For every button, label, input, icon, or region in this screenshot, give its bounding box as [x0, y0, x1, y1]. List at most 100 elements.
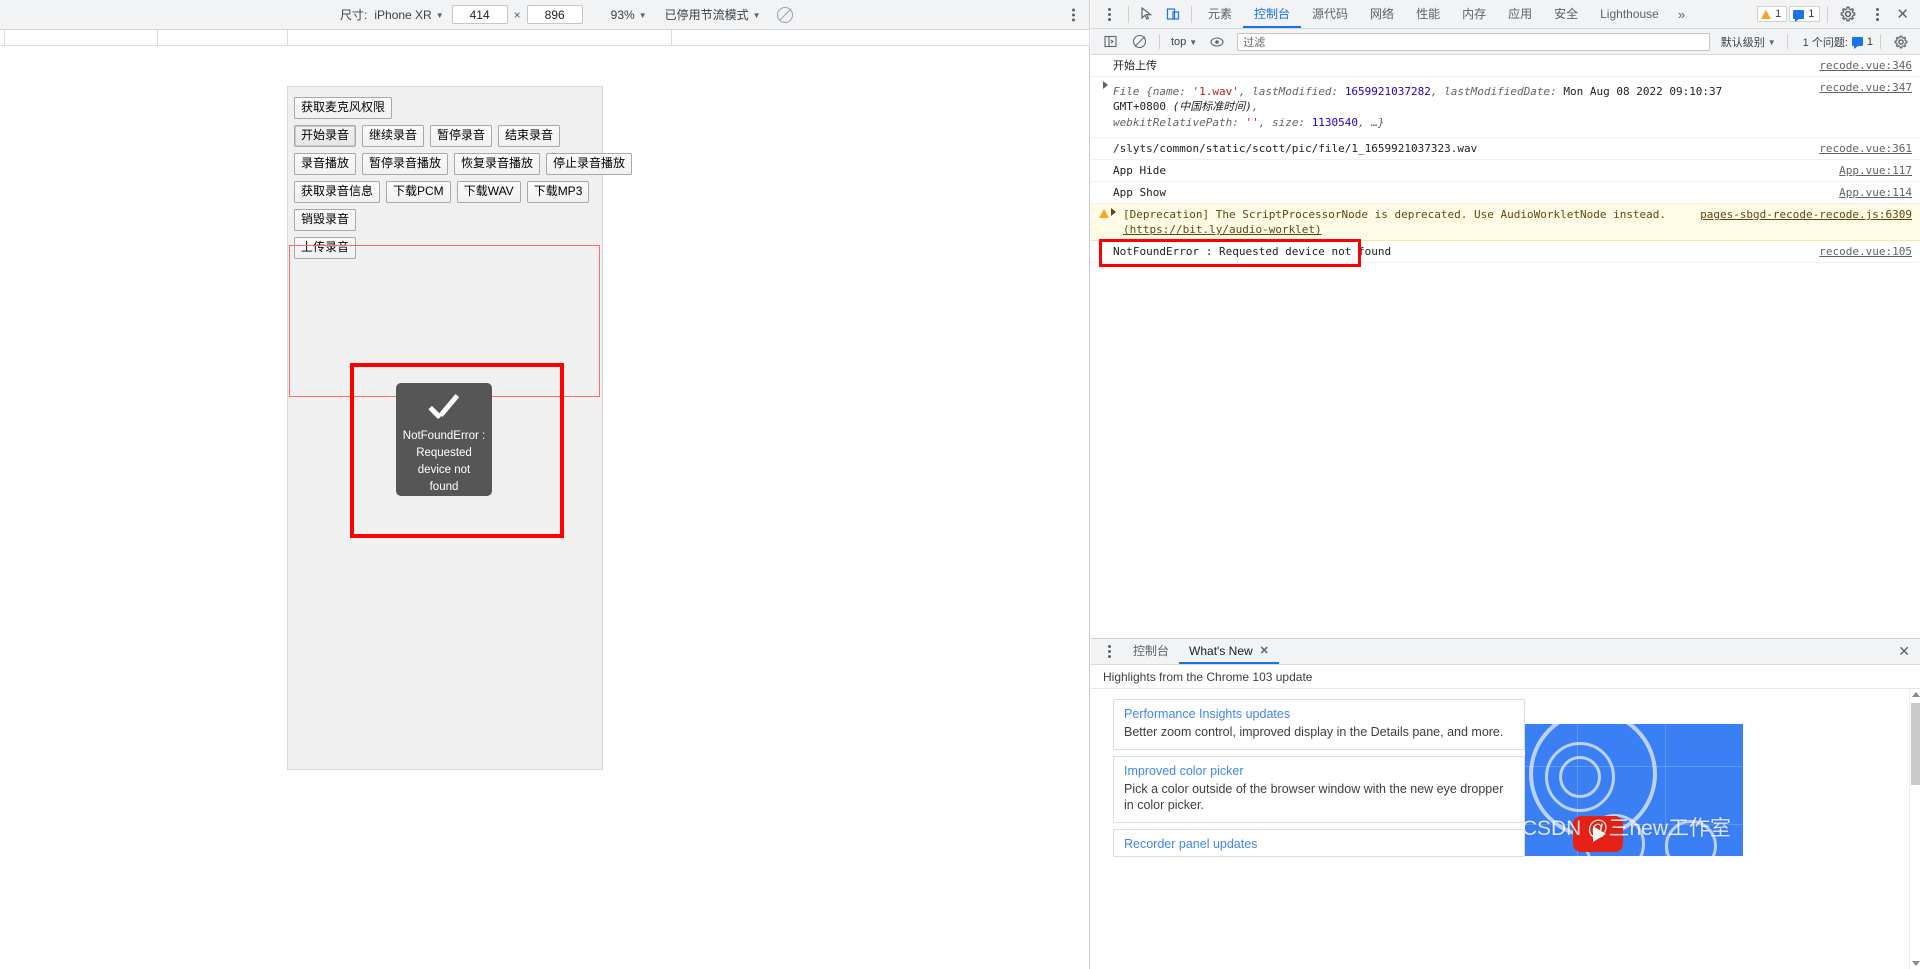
end-record-button[interactable]: 结束录音	[498, 125, 560, 147]
download-mp3-button[interactable]: 下载MP3	[527, 181, 590, 203]
live-expression-icon[interactable]	[1204, 30, 1230, 53]
devtools-panel: 元素 控制台 源代码 网络 性能 内存 应用 安全 Lighthouse » 1…	[1091, 0, 1920, 969]
console-row[interactable]: 开始上传 recode.vue:346	[1091, 55, 1920, 77]
recorder-button-area: 获取麦克风权限 开始录音 继续录音 暂停录音 结束录音 录音播放 暂停录音播放 …	[288, 87, 602, 259]
card-title[interactable]: Improved color picker	[1124, 764, 1514, 778]
button-row-download: 获取录音信息 下载PCM 下载WAV 下载MP3	[294, 181, 602, 203]
tab-sources[interactable]: 源代码	[1301, 0, 1359, 28]
pause-record-button[interactable]: 暂停录音	[430, 125, 492, 147]
whats-new-scrollbar[interactable]	[1909, 689, 1920, 969]
console-row-object[interactable]: recode.vue:347 File {name: '1.wav', last…	[1091, 77, 1920, 138]
device-select[interactable]: iPhone XR ▼	[372, 8, 445, 22]
console-row-text: /slyts/common/static/scott/pic/file/1_16…	[1113, 142, 1477, 155]
log-level-value: 默认级别	[1721, 34, 1765, 50]
button-row-destroy: 销毁录音	[294, 209, 602, 231]
warning-counter[interactable]: 1	[1757, 6, 1787, 22]
more-tools-icon[interactable]	[1099, 8, 1119, 21]
console-filter-input[interactable]: 过滤	[1237, 33, 1710, 51]
tab-elements[interactable]: 元素	[1197, 0, 1243, 28]
message-counter[interactable]: 1	[1789, 6, 1820, 22]
warning-link[interactable]: (https://bit.ly/audio-worklet)	[1123, 223, 1322, 236]
expand-arrow-icon[interactable]	[1111, 208, 1116, 216]
log-level-select[interactable]: 默认级别 ▼	[1717, 34, 1780, 50]
object-mid1: , lastModified:	[1239, 85, 1345, 98]
toggle-device-toolbar-icon[interactable]	[1160, 3, 1186, 26]
drawer-tab-whats-new[interactable]: What's New ✕	[1179, 639, 1279, 664]
tab-lighthouse[interactable]: Lighthouse	[1589, 0, 1670, 28]
tab-application[interactable]: 应用	[1497, 0, 1543, 28]
chevron-down-icon: ▼	[1189, 38, 1197, 47]
tab-network[interactable]: 网络	[1359, 0, 1405, 28]
pause-play-button[interactable]: 暂停录音播放	[362, 153, 448, 175]
get-record-info-button[interactable]: 获取录音信息	[294, 181, 380, 203]
console-messages[interactable]: 开始上传 recode.vue:346 recode.vue:347 File …	[1091, 55, 1920, 638]
close-drawer-icon[interactable]: ✕	[1898, 643, 1916, 660]
object-lastmodified: 1659921037282	[1345, 85, 1431, 98]
resume-play-button[interactable]: 恢复录音播放	[454, 153, 540, 175]
continue-record-button[interactable]: 继续录音	[362, 125, 424, 147]
devtools-drawer: 控制台 What's New ✕ ✕ Highlights from the C…	[1091, 638, 1920, 969]
execution-context-select[interactable]: top ▼	[1167, 36, 1201, 48]
issues-indicator[interactable]: 1 个问题: 1	[1795, 34, 1873, 50]
gear-icon[interactable]	[1888, 30, 1914, 53]
download-wav-button[interactable]: 下载WAV	[457, 181, 521, 203]
object-name-value: '1.wav'	[1192, 85, 1238, 98]
console-row-source[interactable]: App.vue:114	[1839, 185, 1912, 200]
console-row-source[interactable]: recode.vue:105	[1819, 244, 1912, 259]
whats-new-card[interactable]: Recorder panel updates	[1113, 829, 1525, 857]
clear-console-icon[interactable]	[1126, 30, 1152, 53]
console-row[interactable]: App Hide App.vue:117	[1091, 160, 1920, 182]
divider	[1787, 34, 1788, 49]
whats-new-card[interactable]: Performance Insights updates Better zoom…	[1113, 699, 1525, 750]
divider	[1128, 6, 1129, 23]
no-throttling-icon[interactable]	[777, 7, 793, 23]
console-row-source[interactable]: recode.vue:346	[1819, 58, 1912, 73]
gear-icon[interactable]	[1835, 3, 1861, 26]
card-title[interactable]: Performance Insights updates	[1124, 707, 1514, 721]
close-icon[interactable]: ✕	[1893, 7, 1912, 22]
more-tabs-icon[interactable]: »	[1670, 7, 1693, 22]
console-row-error[interactable]: NotFoundError : Requested device not fou…	[1091, 241, 1920, 263]
console-row-source[interactable]: recode.vue:347	[1819, 80, 1912, 95]
console-row[interactable]: /slyts/common/static/scott/pic/file/1_16…	[1091, 138, 1920, 160]
console-row-source[interactable]: App.vue:117	[1839, 163, 1912, 178]
console-toolbar: top ▼ 过滤 默认级别 ▼ 1 个问题: 1	[1091, 29, 1920, 55]
console-row-warning[interactable]: pages-sbgd-recode-recode.js:6309 [Deprec…	[1091, 204, 1920, 241]
expand-arrow-icon[interactable]	[1103, 81, 1108, 89]
whats-new-video-thumbnail[interactable]: CSDN @三new工作室	[1525, 724, 1743, 856]
play-record-button[interactable]: 录音播放	[294, 153, 356, 175]
zoom-select[interactable]: 93% ▼	[609, 8, 649, 22]
whats-new-body: Performance Insights updates Better zoom…	[1091, 689, 1920, 969]
close-tab-icon[interactable]: ✕	[1260, 639, 1269, 664]
throttling-select[interactable]: 已停用节流模式 ▼	[663, 6, 763, 23]
card-title[interactable]: Recorder panel updates	[1124, 837, 1514, 851]
console-row-source[interactable]: recode.vue:361	[1819, 141, 1912, 156]
console-row-source[interactable]: pages-sbgd-recode-recode.js:6309	[1700, 207, 1912, 222]
scrollbar-thumb[interactable]	[1911, 703, 1920, 785]
inspect-element-icon[interactable]	[1134, 3, 1160, 26]
download-pcm-button[interactable]: 下载PCM	[386, 181, 451, 203]
device-width-input[interactable]: 414	[452, 5, 508, 24]
console-row[interactable]: App Show App.vue:114	[1091, 182, 1920, 204]
whats-new-card[interactable]: Improved color picker Pick a color outsi…	[1113, 756, 1525, 823]
get-mic-permission-button[interactable]: 获取麦克风权限	[294, 97, 392, 119]
tab-performance[interactable]: 性能	[1405, 0, 1451, 28]
object-line2-c: , …}	[1358, 116, 1385, 129]
stop-play-button[interactable]: 停止录音播放	[546, 153, 632, 175]
device-height-input[interactable]: 896	[527, 5, 583, 24]
scroll-down-icon[interactable]	[1912, 961, 1920, 966]
object-line2-key: webkitRelativePath:	[1113, 116, 1245, 129]
destroy-record-button[interactable]: 销毁录音	[294, 209, 356, 231]
tab-security[interactable]: 安全	[1543, 0, 1589, 28]
tab-memory[interactable]: 内存	[1451, 0, 1497, 28]
console-sidebar-icon[interactable]	[1097, 30, 1123, 53]
console-row-text: 开始上传	[1113, 59, 1157, 72]
more-options-icon[interactable]	[1867, 8, 1887, 21]
device-toolbar-more-icon[interactable]	[1072, 6, 1075, 23]
tab-console[interactable]: 控制台	[1243, 0, 1301, 28]
drawer-more-icon[interactable]	[1099, 645, 1119, 658]
start-record-button[interactable]: 开始录音	[294, 125, 356, 147]
drawer-tab-console[interactable]: 控制台	[1123, 639, 1179, 664]
scroll-up-icon[interactable]	[1912, 692, 1920, 697]
watermark-text: CSDN @三new工作室	[1525, 812, 1731, 842]
